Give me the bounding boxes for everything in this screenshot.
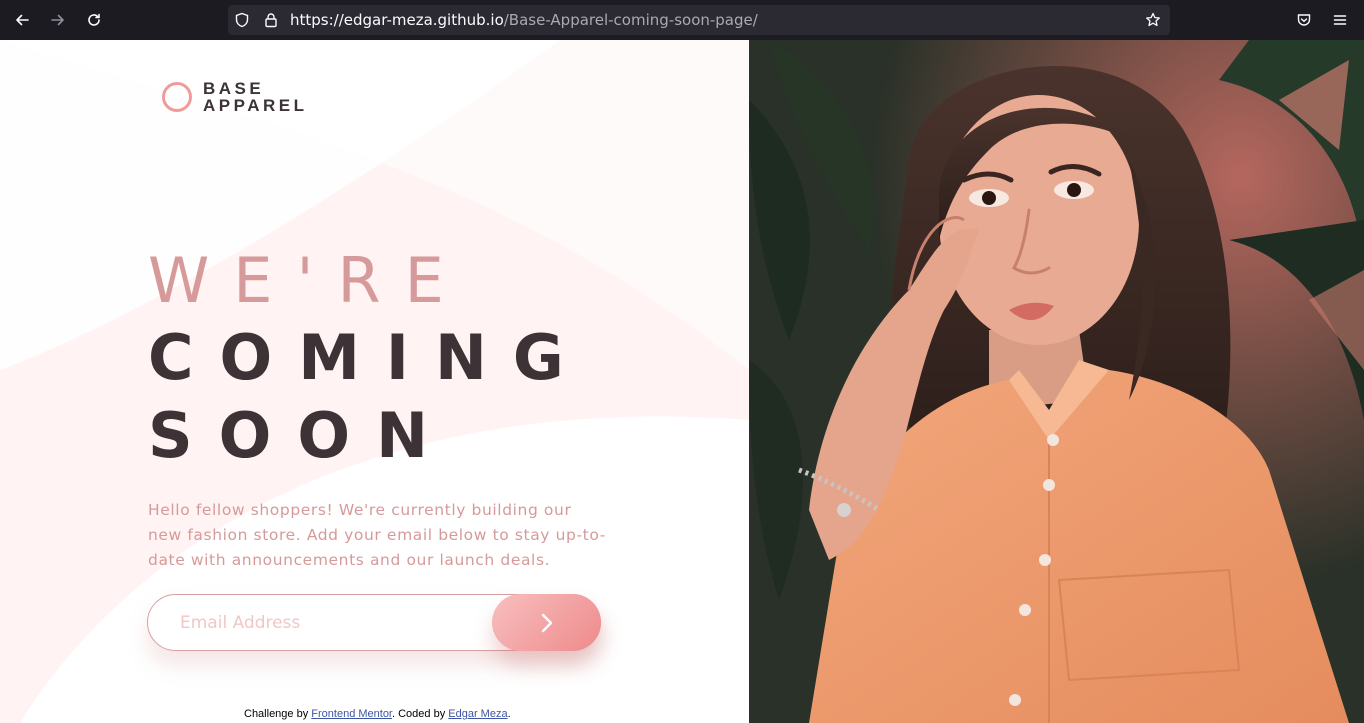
url-host: https://edgar-meza.github.io (290, 11, 504, 29)
logo-circle-icon (162, 82, 192, 112)
reload-icon[interactable] (82, 8, 106, 32)
intro-text: Hello fellow shoppers! We're currently b… (148, 501, 606, 569)
submit-button[interactable] (492, 594, 601, 651)
attribution-middle: . Coded by (392, 708, 449, 720)
url-path: /Base-Apparel-coming-soon-page/ (503, 11, 758, 29)
chevron-right-icon (540, 612, 554, 634)
email-input[interactable] (180, 609, 480, 637)
browser-toolbar: https://edgar-meza.github.io/Base-Appare… (0, 0, 1364, 40)
forward-icon[interactable] (46, 8, 70, 32)
attribution-suffix: . (507, 708, 511, 720)
hero-photo-illustration (749, 40, 1364, 723)
page: BASE APPAREL WE'RE COMING SOON Hello fel… (0, 40, 1364, 723)
logo-line1: BASE (203, 79, 265, 98)
author-link[interactable]: Edgar Meza (448, 708, 507, 720)
logo-line2: APPAREL (203, 96, 308, 115)
lock-icon[interactable] (263, 12, 279, 28)
url-text[interactable]: https://edgar-meza.github.io/Base-Appare… (290, 11, 758, 29)
attribution-prefix: Challenge by (244, 708, 312, 720)
url-bar[interactable]: https://edgar-meza.github.io/Base-Appare… (228, 5, 1170, 35)
hero-image (749, 40, 1364, 723)
pocket-icon[interactable] (1292, 8, 1316, 32)
hero-line1: WE'RE (148, 244, 468, 317)
hero-line2: COMING (148, 321, 590, 394)
attribution: Challenge by Frontend Mentor. Coded by E… (244, 708, 511, 720)
back-icon[interactable] (10, 8, 34, 32)
email-form (147, 594, 601, 651)
hero-line3: SOON (148, 399, 454, 472)
logo-text: BASE APPAREL (203, 80, 307, 114)
bookmark-star-icon[interactable] (1145, 12, 1161, 28)
frontend-mentor-link[interactable]: Frontend Mentor (311, 708, 392, 720)
menu-icon[interactable] (1328, 8, 1352, 32)
shield-icon[interactable] (234, 12, 250, 28)
hero-heading: WE'RE COMING SOON (148, 243, 590, 475)
content-pane: BASE APPAREL WE'RE COMING SOON Hello fel… (0, 40, 749, 723)
logo[interactable]: BASE APPAREL (162, 80, 307, 114)
